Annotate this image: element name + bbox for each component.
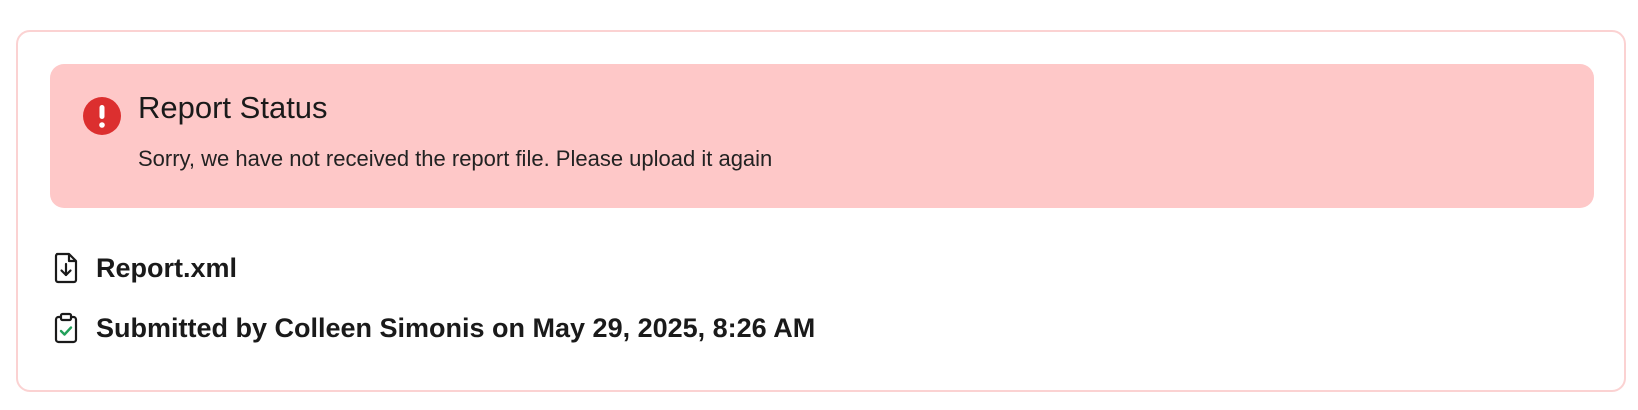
report-file-row[interactable]: Report.xml [52, 250, 237, 286]
error-alert: Report Status Sorry, we have not receive… [50, 64, 1594, 208]
report-status-card: Report Status Sorry, we have not receive… [16, 30, 1626, 392]
file-download-icon [52, 251, 80, 285]
submission-text: Submitted by Colleen Simonis on May 29, … [96, 313, 816, 343]
submission-info-row: Submitted by Colleen Simonis on May 29, … [52, 310, 815, 346]
alert-message: Sorry, we have not received the report f… [138, 146, 773, 171]
alert-title: Report Status [138, 90, 328, 125]
clipboard-check-icon [52, 311, 80, 345]
report-file-name[interactable]: Report.xml [96, 250, 237, 286]
exclamation-circle-icon [82, 96, 122, 136]
